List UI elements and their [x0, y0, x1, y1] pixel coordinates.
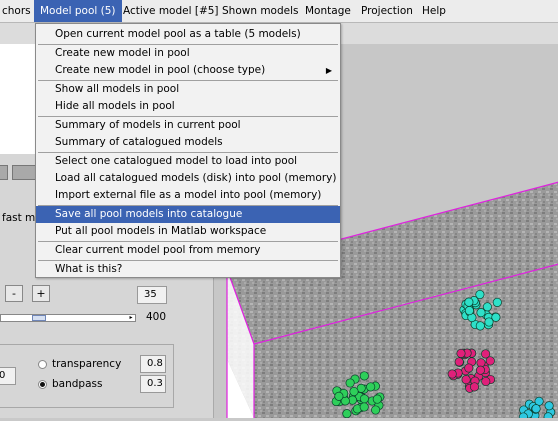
- particle: [491, 312, 501, 322]
- particle: [366, 382, 376, 392]
- particle: [475, 321, 485, 331]
- particle: [469, 382, 480, 392]
- menu-item-create-model[interactable]: Create new model in pool: [36, 45, 340, 62]
- bandpass-radio[interactable]: [38, 380, 47, 389]
- slider-value: 400: [146, 311, 167, 323]
- transparency-label: transparency: [52, 358, 122, 370]
- menu-montage[interactable]: Montage: [299, 0, 357, 22]
- tab-button-2[interactable]: [12, 165, 36, 180]
- tab-button-1[interactable]: [0, 165, 8, 180]
- particle: [518, 412, 528, 421]
- menu-shown-models[interactable]: Shown models: [216, 0, 305, 22]
- menu-model-pool[interactable]: Model pool (5): [34, 0, 122, 22]
- particle: [342, 409, 352, 419]
- menu-item-summary-current[interactable]: Summary of models in current pool: [36, 117, 340, 134]
- particle: [371, 405, 381, 415]
- particle: [359, 402, 369, 412]
- particle: [334, 391, 344, 401]
- particle: [359, 371, 369, 381]
- particle: [461, 375, 471, 385]
- particle: [492, 297, 502, 307]
- menu-item-clear-pool[interactable]: Clear current model pool from memory: [36, 242, 340, 259]
- menu-item-put-in-matlab[interactable]: Put all pool models in Matlab workspace: [36, 223, 340, 240]
- menu-active-model[interactable]: Active model [#5]: [117, 0, 225, 22]
- menu-item-save-to-catalogue[interactable]: Save all pool models into catalogue: [36, 206, 340, 223]
- menu-item-import-external[interactable]: Import external file as a model into poo…: [36, 187, 340, 204]
- menu-item-what-is-this[interactable]: What is this?: [36, 261, 340, 278]
- value-field-top[interactable]: 35: [137, 286, 167, 304]
- transparency-field[interactable]: 0.8: [140, 355, 166, 373]
- bandpass-field[interactable]: 0.3: [140, 375, 166, 393]
- menu-item-show-all[interactable]: Show all models in pool: [36, 81, 340, 98]
- fast-label: fast m: [2, 212, 36, 224]
- bandpass-label: bandpass: [52, 378, 103, 390]
- menu-help[interactable]: Help: [416, 0, 452, 22]
- particle: [481, 376, 491, 387]
- increment-button[interactable]: +: [32, 285, 50, 302]
- particle: [447, 369, 457, 379]
- slider-track[interactable]: ▸: [0, 314, 136, 322]
- particle: [464, 306, 474, 316]
- list-box[interactable]: [0, 44, 37, 154]
- slider-thumb[interactable]: [32, 315, 46, 321]
- particle: [482, 302, 492, 312]
- menu-item-create-model-choose-type[interactable]: Create new model in pool (choose type) ▶: [36, 62, 340, 79]
- transparency-radio[interactable]: [38, 360, 47, 369]
- menu-item-load-all-catalogued[interactable]: Load all catalogued models (disk) into p…: [36, 170, 340, 187]
- particle: [454, 357, 464, 367]
- model-pool-menu: Open current model pool as a table (5 mo…: [35, 23, 341, 278]
- particle: [464, 297, 474, 307]
- decrement-button[interactable]: -: [5, 285, 23, 302]
- particle: [475, 365, 486, 375]
- particle: [544, 401, 554, 411]
- particle: [475, 289, 485, 300]
- particle: [543, 412, 553, 421]
- particle: [531, 404, 541, 414]
- menu-item-label: Create new model in pool (choose type): [55, 64, 266, 76]
- particle: [464, 363, 474, 373]
- particle: [456, 348, 466, 358]
- submenu-arrow-icon: ▶: [325, 66, 332, 75]
- menu-projection[interactable]: Projection: [355, 0, 419, 22]
- particle: [372, 394, 382, 404]
- tab-strip: [0, 165, 40, 180]
- menu-anchors[interactable]: chors: [0, 0, 37, 22]
- slider-right-arrow-icon[interactable]: ▸: [127, 315, 135, 321]
- left-value-field[interactable]: 0: [0, 367, 16, 385]
- particle: [345, 378, 355, 388]
- particle: [359, 394, 369, 404]
- menu-item-open-pool-table[interactable]: Open current model pool as a table (5 mo…: [36, 26, 340, 43]
- menu-item-select-catalogued[interactable]: Select one catalogued model to load into…: [36, 153, 340, 170]
- menu-bar: chors Model pool (5) Active model [#5] S…: [0, 0, 558, 23]
- particle: [485, 356, 495, 366]
- menu-item-summary-catalogued[interactable]: Summary of catalogued models: [36, 134, 340, 151]
- menu-item-hide-all[interactable]: Hide all models in pool: [36, 98, 340, 115]
- particle: [349, 386, 359, 397]
